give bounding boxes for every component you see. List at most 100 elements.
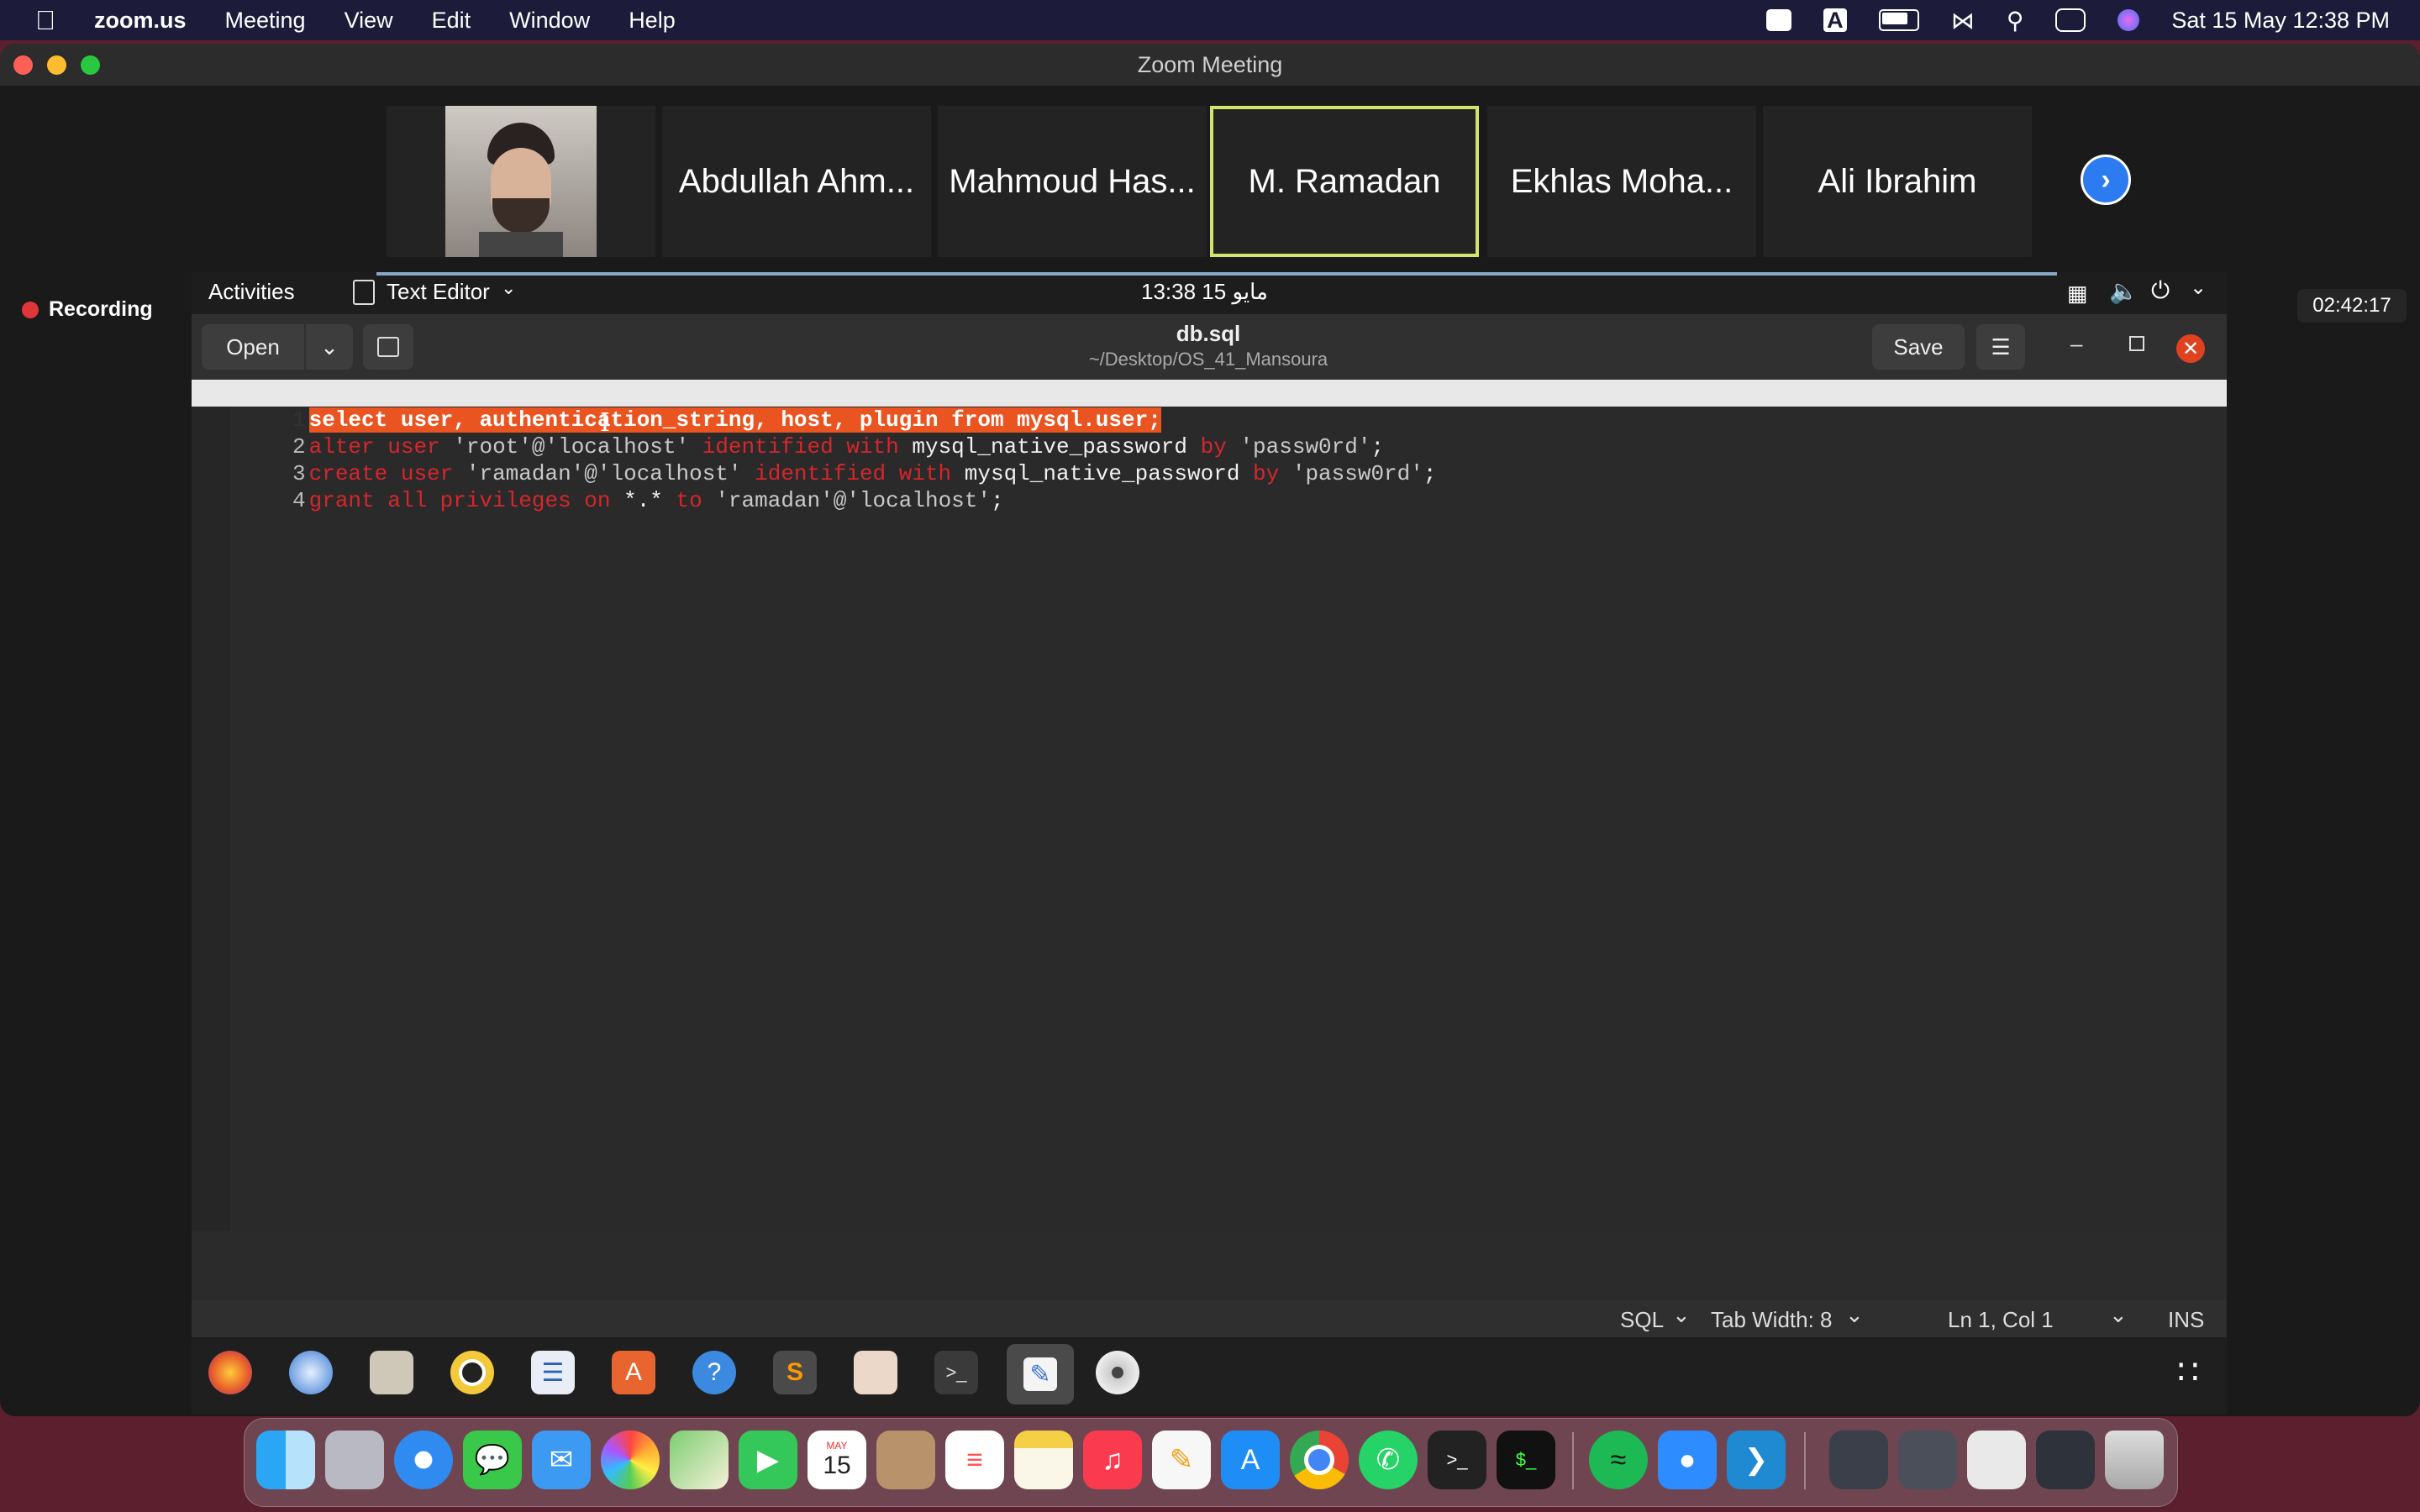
cursor-position[interactable]: Ln 1, Col 1 <box>1948 1307 2054 1333</box>
chrome-icon[interactable] <box>1290 1431 1349 1489</box>
whatsapp-icon[interactable]: ✆ <box>1359 1431 1418 1489</box>
insert-mode-indicator[interactable]: INS <box>2168 1307 2204 1333</box>
maps-icon[interactable] <box>670 1431 729 1489</box>
calendar-icon[interactable]: MAY 15 <box>808 1431 866 1489</box>
participant-name: Mahmoud Has... <box>949 162 1196 200</box>
terminal-icon[interactable]: >_ <box>1428 1431 1486 1489</box>
participant-tile[interactable]: Ali Ibrahim <box>1763 106 2032 257</box>
zoom-status-icon[interactable] <box>1765 9 1791 31</box>
save-button[interactable]: Save <box>1872 324 1965 370</box>
restore-icon[interactable] <box>2129 336 2144 351</box>
terminal-icon[interactable]: >_ <box>934 1351 978 1394</box>
spotlight-search-icon[interactable]: ⚲ <box>2007 7 2024 34</box>
menu-edit[interactable]: Edit <box>432 8 471 34</box>
iterm-icon[interactable]: $_ <box>1497 1431 1555 1489</box>
new-document-button[interactable] <box>363 324 413 370</box>
next-participants-button[interactable]: › <box>2081 155 2131 205</box>
minimized-window-thumbnail[interactable] <box>1829 1431 1888 1489</box>
reminders-icon[interactable]: ≡ <box>945 1431 1004 1489</box>
rhythmbox-icon[interactable] <box>450 1351 494 1394</box>
contacts-icon[interactable] <box>876 1431 935 1489</box>
minimized-window-thumbnail[interactable] <box>2036 1431 2095 1489</box>
participant-tile-active-speaker[interactable]: M. Ramadan <box>1210 106 1479 257</box>
activities-button[interactable]: Activities <box>208 279 295 305</box>
photos-icon[interactable] <box>601 1431 660 1489</box>
app-menu-icon[interactable] <box>353 280 375 305</box>
siri-icon[interactable] <box>2118 9 2140 31</box>
close-icon: ✕ <box>2181 337 2200 360</box>
firefox-icon[interactable] <box>208 1351 252 1394</box>
volume-icon[interactable]: 🔈 <box>2109 277 2139 305</box>
chevron-down-icon: ⌄ <box>501 277 517 298</box>
top-bar-clock[interactable]: 13:38 15 مايو <box>1141 279 1268 305</box>
participant-tile[interactable]: Mahmoud Has... <box>938 106 1207 257</box>
notes-icon[interactable] <box>1014 1431 1073 1489</box>
trash-icon[interactable] <box>2105 1431 2164 1489</box>
writer-icon[interactable]: ☰ <box>531 1351 575 1394</box>
zoom-icon[interactable]: ● <box>1658 1431 1717 1489</box>
menu-app-name[interactable]: zoom.us <box>94 8 187 34</box>
system-menu-chevron-icon[interactable]: ⌄ <box>2190 276 2207 300</box>
open-recent-dropdown[interactable]: ⌄ <box>306 324 353 370</box>
facetime-icon[interactable]: ▶ <box>739 1431 797 1489</box>
participant-tile[interactable]: Ekhlas Moha... <box>1487 106 1756 257</box>
safari-icon[interactable] <box>394 1431 453 1489</box>
input-source-icon[interactable]: A <box>1823 8 1847 32</box>
network-icon[interactable]: ▦ <box>2067 281 2088 307</box>
menu-datetime[interactable]: Sat 15 May 12:38 PM <box>2171 8 2390 34</box>
code-line-3[interactable]: 3 create user 'ramadan'@'localhost' ident… <box>192 433 2227 486</box>
finder-icon[interactable] <box>256 1431 315 1489</box>
minimize-icon[interactable]: – <box>2070 331 2082 357</box>
menu-view[interactable]: View <box>345 8 393 34</box>
wifi-icon[interactable]: ⋈ <box>1951 7 1975 34</box>
help-icon[interactable]: ? <box>692 1351 736 1394</box>
messages-icon[interactable]: 💬 <box>463 1431 522 1489</box>
close-window-button[interactable]: ✕ <box>2176 334 2205 363</box>
menu-help[interactable]: Help <box>629 8 676 34</box>
files-icon[interactable] <box>370 1351 413 1394</box>
hamburger-menu-button[interactable]: ☰ <box>1976 324 2025 370</box>
mail-icon[interactable]: ✉ <box>532 1431 591 1489</box>
menu-meeting[interactable]: Meeting <box>225 8 306 34</box>
menu-window[interactable]: Window <box>509 8 590 34</box>
minimize-window-button[interactable] <box>47 55 66 75</box>
thunderbird-icon[interactable] <box>289 1351 333 1394</box>
pencil-icon: ✎ <box>1023 1357 1057 1391</box>
launchpad-icon[interactable] <box>325 1431 384 1489</box>
battery-icon[interactable] <box>1878 9 1919 31</box>
open-button[interactable]: Open <box>202 324 304 370</box>
pages-icon[interactable]: ✎ <box>1152 1431 1211 1489</box>
power-icon[interactable]: ⏻ <box>2151 277 2170 305</box>
code-line-4[interactable]: 4 grant all privileges on *.* to 'ramadan… <box>192 460 2227 513</box>
vscode-icon[interactable]: ❯ <box>1727 1431 1786 1489</box>
meeting-timer: 02:42:17 <box>2297 289 2407 323</box>
recording-indicator[interactable]: Recording <box>22 297 153 322</box>
tab-width-selector[interactable]: Tab Width: 8 <box>1711 1307 1833 1333</box>
participant-tile-video[interactable] <box>387 106 655 257</box>
language-selector[interactable]: SQL <box>1620 1307 1664 1333</box>
zoom-window-button[interactable] <box>81 55 100 75</box>
code-editor[interactable]: 1 select user, authentication_string, hos… <box>192 380 2227 1231</box>
code-line-2[interactable]: 2 alter user 'root'@'localhost' identifie… <box>192 407 2227 459</box>
show-applications-icon[interactable]: ∷ <box>2166 1351 2210 1394</box>
chrome-center-icon <box>1304 1445 1334 1475</box>
close-window-button[interactable] <box>13 55 33 75</box>
participant-tile[interactable]: Abdullah Ahm... <box>662 106 931 257</box>
file-path: ~/Desktop/OS_41_Mansoura <box>1088 349 1328 370</box>
dvd-icon[interactable] <box>1096 1351 1139 1394</box>
apple-icon[interactable]:  <box>35 5 55 36</box>
minimized-window-thumbnail[interactable] <box>1898 1431 1957 1489</box>
app-store-icon[interactable]: A <box>1221 1431 1280 1489</box>
software-center-icon[interactable]: A <box>612 1351 655 1394</box>
text-editor-icon[interactable]: ✎ <box>1007 1344 1074 1404</box>
sublime-text-icon[interactable]: S <box>773 1351 817 1394</box>
app-menu-button[interactable]: Text Editor <box>387 279 490 305</box>
spotify-icon[interactable]: ≈ <box>1589 1431 1648 1489</box>
document-viewer-icon[interactable] <box>854 1351 897 1394</box>
music-icon[interactable]: ♫ <box>1083 1431 1142 1489</box>
chevron-right-icon: › <box>2101 163 2111 196</box>
control-center-icon[interactable] <box>2055 8 2086 32</box>
code-line-1[interactable]: 1 select user, authentication_string, hos… <box>192 380 2227 433</box>
editor-header-bar: Open ⌄ db.sql ~/Desktop/OS_41_Mansoura S… <box>192 314 2227 380</box>
minimized-window-thumbnail[interactable] <box>1967 1431 2026 1489</box>
